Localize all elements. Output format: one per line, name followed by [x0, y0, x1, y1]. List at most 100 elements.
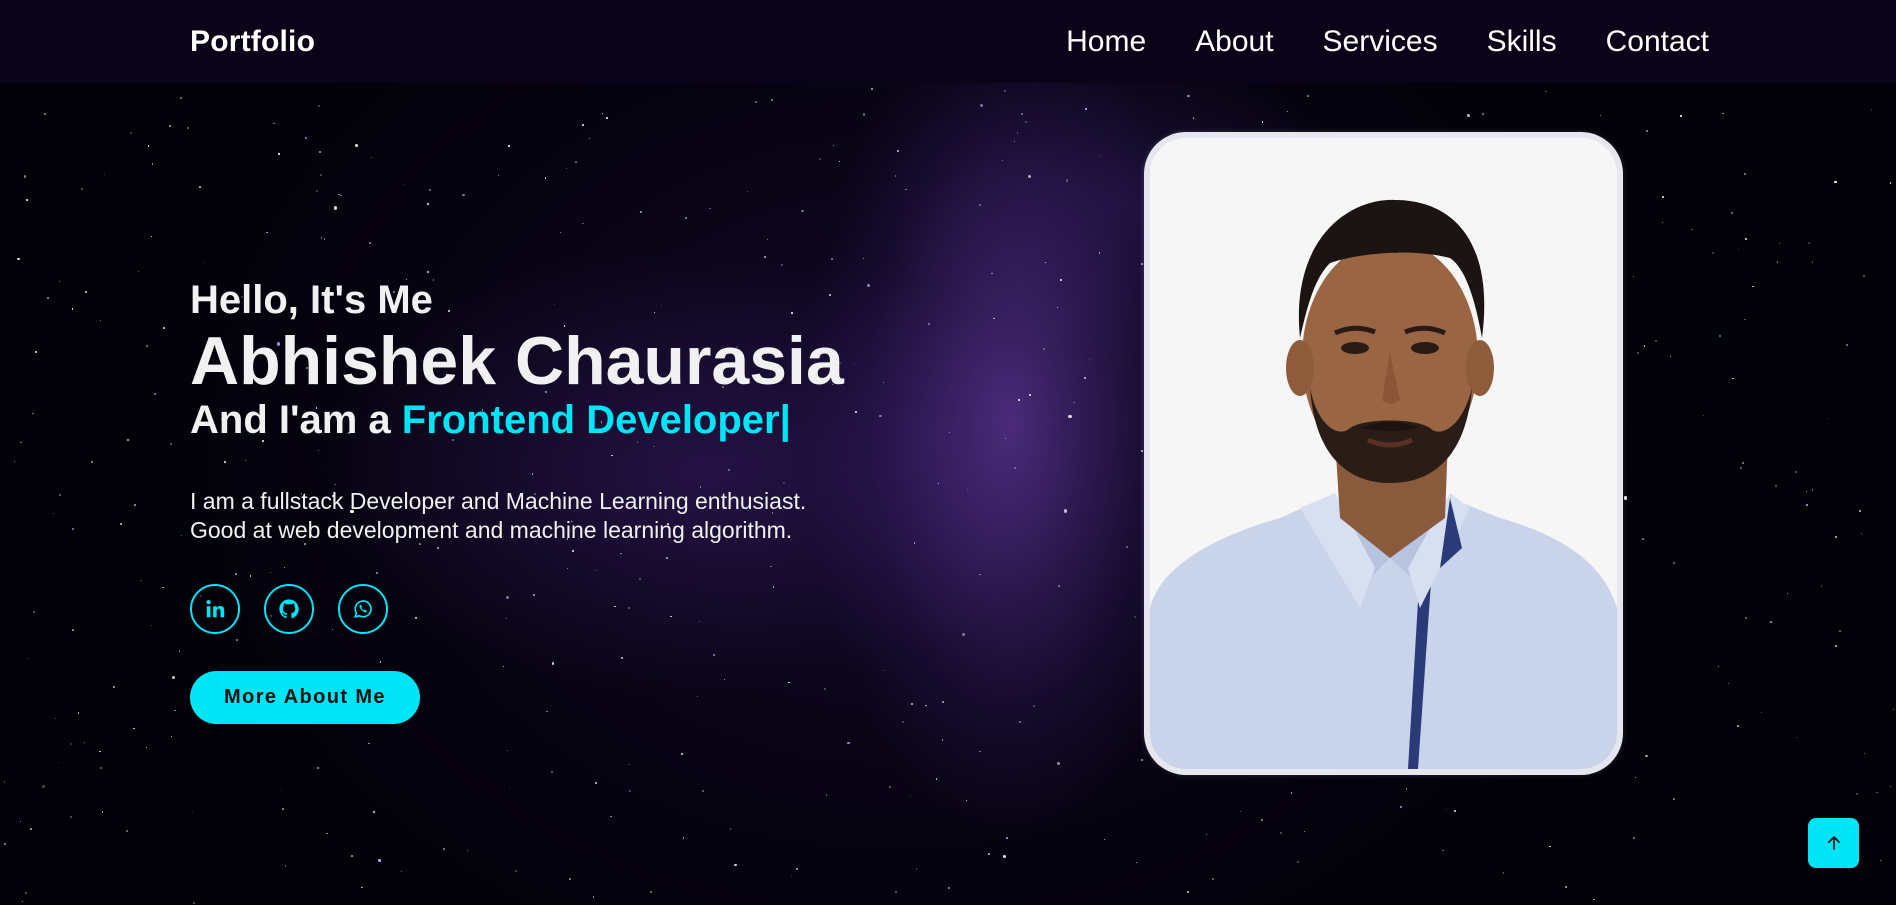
star: [17, 257, 20, 261]
star: [560, 231, 562, 233]
star: [1135, 861, 1137, 863]
star: [1549, 845, 1551, 848]
star: [640, 210, 643, 213]
star: [1014, 467, 1016, 469]
star: [791, 874, 793, 876]
star: [32, 412, 34, 415]
star: [100, 767, 103, 770]
star: [734, 863, 737, 867]
star: [1279, 832, 1282, 835]
star: [681, 753, 684, 756]
star: [26, 199, 29, 201]
star: [925, 704, 927, 707]
star: [895, 890, 898, 893]
star: [1141, 759, 1144, 761]
star: [1085, 108, 1087, 111]
star: [746, 190, 748, 192]
star: [1623, 496, 1627, 500]
star: [52, 513, 54, 515]
hero-role: And I'am a Frontend Developer|: [190, 396, 910, 444]
github-icon: [279, 599, 299, 619]
star: [993, 318, 995, 320]
star: [575, 161, 578, 163]
star: [1864, 753, 1866, 755]
star: [47, 297, 50, 299]
star: [372, 811, 375, 813]
nav-contact[interactable]: Contact: [1606, 25, 1709, 59]
star: [1859, 510, 1861, 512]
star: [1744, 318, 1746, 321]
star: [911, 702, 914, 705]
star: [266, 231, 268, 234]
star: [755, 100, 758, 103]
site-logo[interactable]: Portfolio: [190, 25, 315, 59]
star: [1846, 344, 1848, 346]
github-link[interactable]: [264, 584, 314, 634]
star: [1545, 91, 1547, 93]
star: [20, 441, 22, 444]
star: [966, 488, 968, 490]
star: [150, 236, 152, 238]
star: [602, 112, 604, 115]
star: [1670, 356, 1672, 358]
star: [729, 828, 732, 831]
star: [1060, 279, 1063, 282]
star: [1133, 616, 1137, 619]
star: [378, 859, 381, 862]
star: [1722, 112, 1724, 115]
star: [1744, 173, 1746, 175]
scroll-to-top-button[interactable]: [1808, 818, 1859, 868]
star: [1063, 509, 1068, 513]
star: [361, 886, 363, 889]
star: [1467, 114, 1470, 117]
profile-photo: [1150, 138, 1617, 769]
star: [1807, 242, 1810, 245]
star: [180, 534, 182, 536]
star: [162, 586, 164, 589]
star: [84, 290, 88, 294]
star: [1855, 793, 1858, 795]
star: [273, 122, 275, 124]
linkedin-link[interactable]: [190, 584, 240, 634]
star: [1045, 261, 1047, 263]
star: [186, 126, 189, 129]
star: [127, 438, 129, 441]
nav-home[interactable]: Home: [1066, 25, 1146, 59]
nav-about[interactable]: About: [1195, 25, 1273, 59]
star: [947, 886, 950, 889]
star: [54, 717, 57, 720]
star: [1645, 755, 1648, 758]
star: [1870, 109, 1873, 111]
star: [317, 766, 319, 769]
star: [140, 579, 142, 581]
star: [41, 784, 45, 788]
linkedin-icon: [206, 600, 225, 618]
star: [948, 431, 950, 434]
star: [1839, 630, 1841, 632]
star: [709, 207, 712, 210]
star: [333, 206, 337, 210]
star: [1654, 340, 1657, 343]
more-about-me-button[interactable]: More About Me: [190, 671, 420, 724]
star: [326, 832, 328, 834]
star: [204, 261, 206, 263]
star: [145, 746, 148, 749]
star: [467, 850, 469, 852]
star: [1673, 797, 1675, 800]
star: [1454, 809, 1457, 812]
nav-services[interactable]: Services: [1323, 25, 1438, 59]
star: [180, 97, 182, 99]
star: [701, 789, 705, 792]
star: [319, 151, 321, 154]
star: [682, 837, 685, 839]
star: [320, 237, 323, 239]
hero-description: I am a fullstack Developer and Machine L…: [190, 487, 910, 545]
star: [1126, 546, 1128, 549]
star: [340, 194, 342, 197]
star: [323, 238, 326, 241]
star: [427, 271, 430, 274]
nav-skills[interactable]: Skills: [1487, 25, 1557, 59]
star: [581, 222, 584, 225]
star: [1795, 736, 1797, 738]
whatsapp-link[interactable]: [338, 584, 388, 634]
